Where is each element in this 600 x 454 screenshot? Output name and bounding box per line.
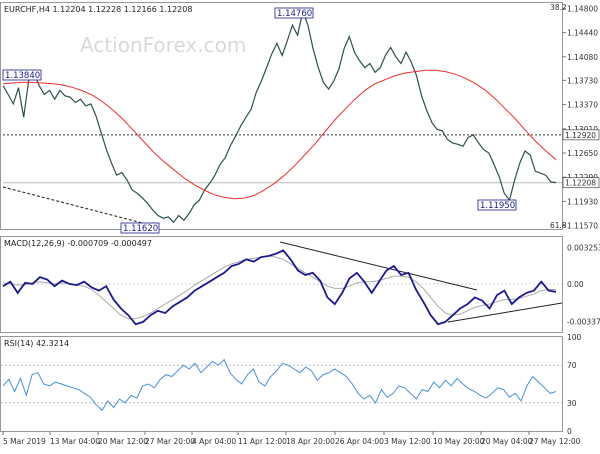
rsi-panel-frame <box>0 336 563 432</box>
price-y-tick-label: 1.13370 <box>567 101 598 110</box>
price-y-tick-label: 1.12650 <box>567 149 598 158</box>
price-marker-label: 1.12920 <box>565 131 596 140</box>
rsi-y-tick-label: 100 <box>567 333 582 342</box>
price-y-tick-label: 1.13730 <box>567 76 598 85</box>
price-y-tick-label: 1.14440 <box>567 29 598 38</box>
price-y-tick-label: 1.14080 <box>567 53 598 62</box>
x-tick-label: 27 Mar 20:00 <box>145 437 195 446</box>
chart-svg: ActionForex.com 1.13840 1.14760 1.11620 1.1… <box>0 2 600 446</box>
x-tick-label: 20 May 04:00 <box>481 437 533 446</box>
annotation-label: 1.13840 <box>5 71 40 81</box>
price-y-tick-label: 1.11930 <box>567 197 598 206</box>
macd-y-tick-label: 0.00 <box>567 280 584 289</box>
price-header: EURCHF,H4 1.12204 1.12228 1.12166 1.1220… <box>4 5 192 14</box>
macd-y-tick-label: 0.003253 <box>567 244 600 253</box>
macd-y-tick-label: -0.003373 <box>567 318 600 327</box>
macd-header: MACD(12,26,9) -0.000709 -0.000497 <box>4 239 152 248</box>
annotation-label: 1.14760 <box>277 9 312 19</box>
fib-top-label: 38.2 <box>550 3 567 12</box>
price-marker-label: 1.12208 <box>565 179 596 188</box>
rsi-y-tick-label: 30 <box>567 399 577 408</box>
x-tick-label: 26 Apr 04:00 <box>335 437 384 446</box>
chart-root: ActionForex.com 1.13840 1.14760 1.11620 1.1… <box>0 0 600 450</box>
x-tick-label: 10 May 20:00 <box>433 437 485 446</box>
x-tick-label: 20 Mar 12:00 <box>98 437 148 446</box>
x-tick-label: 5 Mar 2019 <box>3 437 46 446</box>
rsi-header: RSI(14) 42.3214 <box>4 339 69 348</box>
rsi-y-tick-label: 70 <box>567 361 577 370</box>
x-tick-label: 11 Apr 12:00 <box>238 437 287 446</box>
price-y-tick-label: 1.11570 <box>567 222 598 231</box>
rsi-y-tick-label: 0 <box>567 427 572 436</box>
x-tick-label: 3 May 12:00 <box>384 437 431 446</box>
annotation-label: 1.11620 <box>123 224 158 234</box>
annotation-label: 1.11950 <box>480 201 515 211</box>
x-tick-label: 4 Apr 04:00 <box>192 437 236 446</box>
x-tick-label: 27 May 12:00 <box>529 437 581 446</box>
x-tick-label: 18 Apr 20:00 <box>286 437 335 446</box>
x-tick-label: 13 Mar 04:00 <box>50 437 100 446</box>
price-y-tick-label: 1.14800 <box>567 4 598 13</box>
fib-bottom-label: 61.8 <box>550 221 567 230</box>
watermark: ActionForex.com <box>80 33 246 57</box>
